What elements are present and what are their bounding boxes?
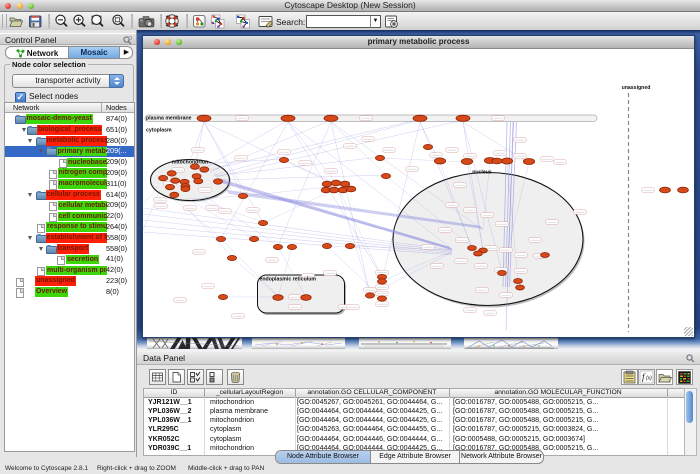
svg-text:cytoplasm: cytoplasm [146,128,172,134]
svg-text:endoplasmic reticulum: endoplasmic reticulum [260,277,317,283]
svg-text:plasma membrane: plasma membrane [146,116,192,122]
svg-text:nucleus: nucleus [472,170,492,176]
svg-text:(x): (x) [646,376,652,382]
svg-text:unassigned: unassigned [622,85,651,91]
svg-text:mitochondrion: mitochondrion [172,160,208,166]
